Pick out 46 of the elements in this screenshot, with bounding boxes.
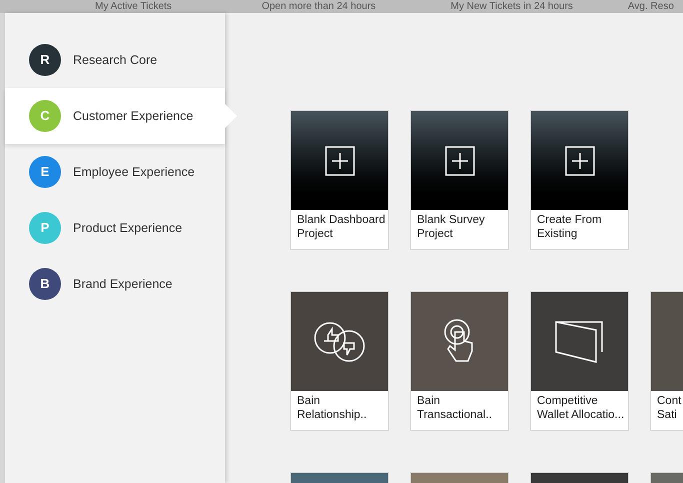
sidebar-item[interactable]: C Customer Experience	[5, 88, 225, 144]
product-logo: E	[29, 156, 61, 188]
product-logo: R	[29, 44, 61, 76]
sidebar-label: Product Experience	[73, 220, 182, 237]
sidebar-label: Brand Experience	[73, 276, 172, 293]
card-title: Cont	[657, 394, 682, 408]
project-card[interactable]: Blank Dashboard Project	[290, 110, 389, 250]
sidebar-label: Customer Experience	[73, 108, 194, 125]
sidebar-item[interactable]: E Employee Experience	[5, 144, 225, 200]
wallet-icon	[554, 320, 606, 364]
project-card[interactable]: Create From Existing	[530, 110, 629, 250]
sidebar-label: Research Core	[73, 52, 158, 69]
card-title: Create From	[537, 213, 603, 227]
add-icon	[564, 146, 594, 176]
header-label: My Active Tickets	[95, 0, 172, 13]
project-card[interactable]: Cont Sati	[650, 291, 683, 431]
card-title: Blank Dashboard	[297, 213, 382, 227]
thumbs-up-down-icon	[312, 320, 366, 362]
sidebar-label: Employee Experience	[73, 164, 195, 181]
project-card[interactable]: Blank Survey Project	[410, 110, 509, 250]
project-card[interactable]: Bain Transactional..	[410, 291, 509, 431]
card-title: Bain	[297, 394, 322, 408]
sidebar-item[interactable]: B Brand Experience	[5, 256, 225, 312]
card-title: Blank Survey	[417, 213, 486, 227]
header-label: Avg. Reso	[628, 0, 674, 13]
header-label: Open more than 24 hours	[262, 0, 376, 13]
product-logo: P	[29, 212, 61, 244]
sidebar-item[interactable]: R Research Core	[5, 32, 225, 88]
card-title: Relationship..	[297, 408, 368, 422]
header-label: My New Tickets in 24 hours	[450, 0, 573, 13]
card-title: Competitive	[537, 394, 599, 408]
card-title: Project	[417, 227, 454, 241]
sidebar-item[interactable]: P Product Experience	[5, 200, 225, 256]
pointer-arrow-icon	[225, 104, 237, 128]
card-title: Existing	[537, 227, 578, 241]
card-title: Wallet Allocatio...	[537, 408, 622, 422]
card-title: Project	[297, 227, 334, 241]
card-title: Bain	[417, 394, 442, 408]
product-logo: C	[29, 100, 61, 132]
project-card[interactable]: Competitive Wallet Allocatio...	[530, 291, 629, 431]
card-title: Transactional..	[417, 408, 493, 422]
product-logo: B	[29, 268, 61, 300]
project-card[interactable]: Bain Relationship..	[290, 291, 389, 431]
card-title: Sati	[657, 408, 678, 422]
add-icon	[444, 146, 474, 176]
add-icon	[324, 146, 354, 176]
